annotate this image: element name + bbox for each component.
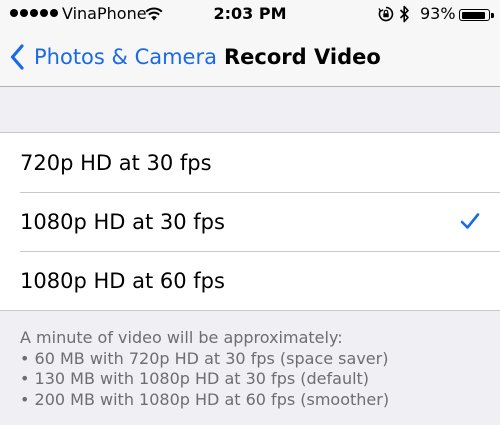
footnote-line: • 200 MB with 1080p HD at 60 fps (smooth… [20,389,390,409]
rotation-lock-icon [378,6,394,26]
back-button[interactable]: Photos & Camera [10,40,217,74]
status-bar: VinaPhone 2:03 PM 93% [0,0,500,30]
battery-percent: 93% [420,4,456,23]
option-1080p-30fps[interactable]: 1080p HD at 30 fps [0,192,500,251]
bluetooth-icon [399,5,410,27]
option-1080p-60fps[interactable]: 1080p HD at 60 fps [0,251,500,310]
option-720p-30fps[interactable]: 720p HD at 30 fps [0,133,500,192]
navigation-bar: Photos & Camera Record Video [0,30,500,87]
footnote-line: • 130 MB with 1080p HD at 30 fps (defaul… [20,369,370,388]
option-label: 1080p HD at 30 fps [20,210,225,234]
page-title: Record Video [224,45,381,69]
option-label: 1080p HD at 60 fps [20,269,225,293]
back-button-label: Photos & Camera [34,45,217,69]
footnote-line: A minute of video will be approximately: [20,328,343,347]
storage-footnote: A minute of video will be approximately:… [20,328,490,410]
video-format-list: 720p HD at 30 fps 1080p HD at 30 fps 108… [0,132,500,311]
option-label: 720p HD at 30 fps [20,151,212,175]
footnote-line: • 60 MB with 720p HD at 30 fps (space sa… [20,348,389,368]
battery-icon [459,9,494,21]
checkmark-icon [460,213,480,229]
chevron-left-icon [10,44,24,70]
